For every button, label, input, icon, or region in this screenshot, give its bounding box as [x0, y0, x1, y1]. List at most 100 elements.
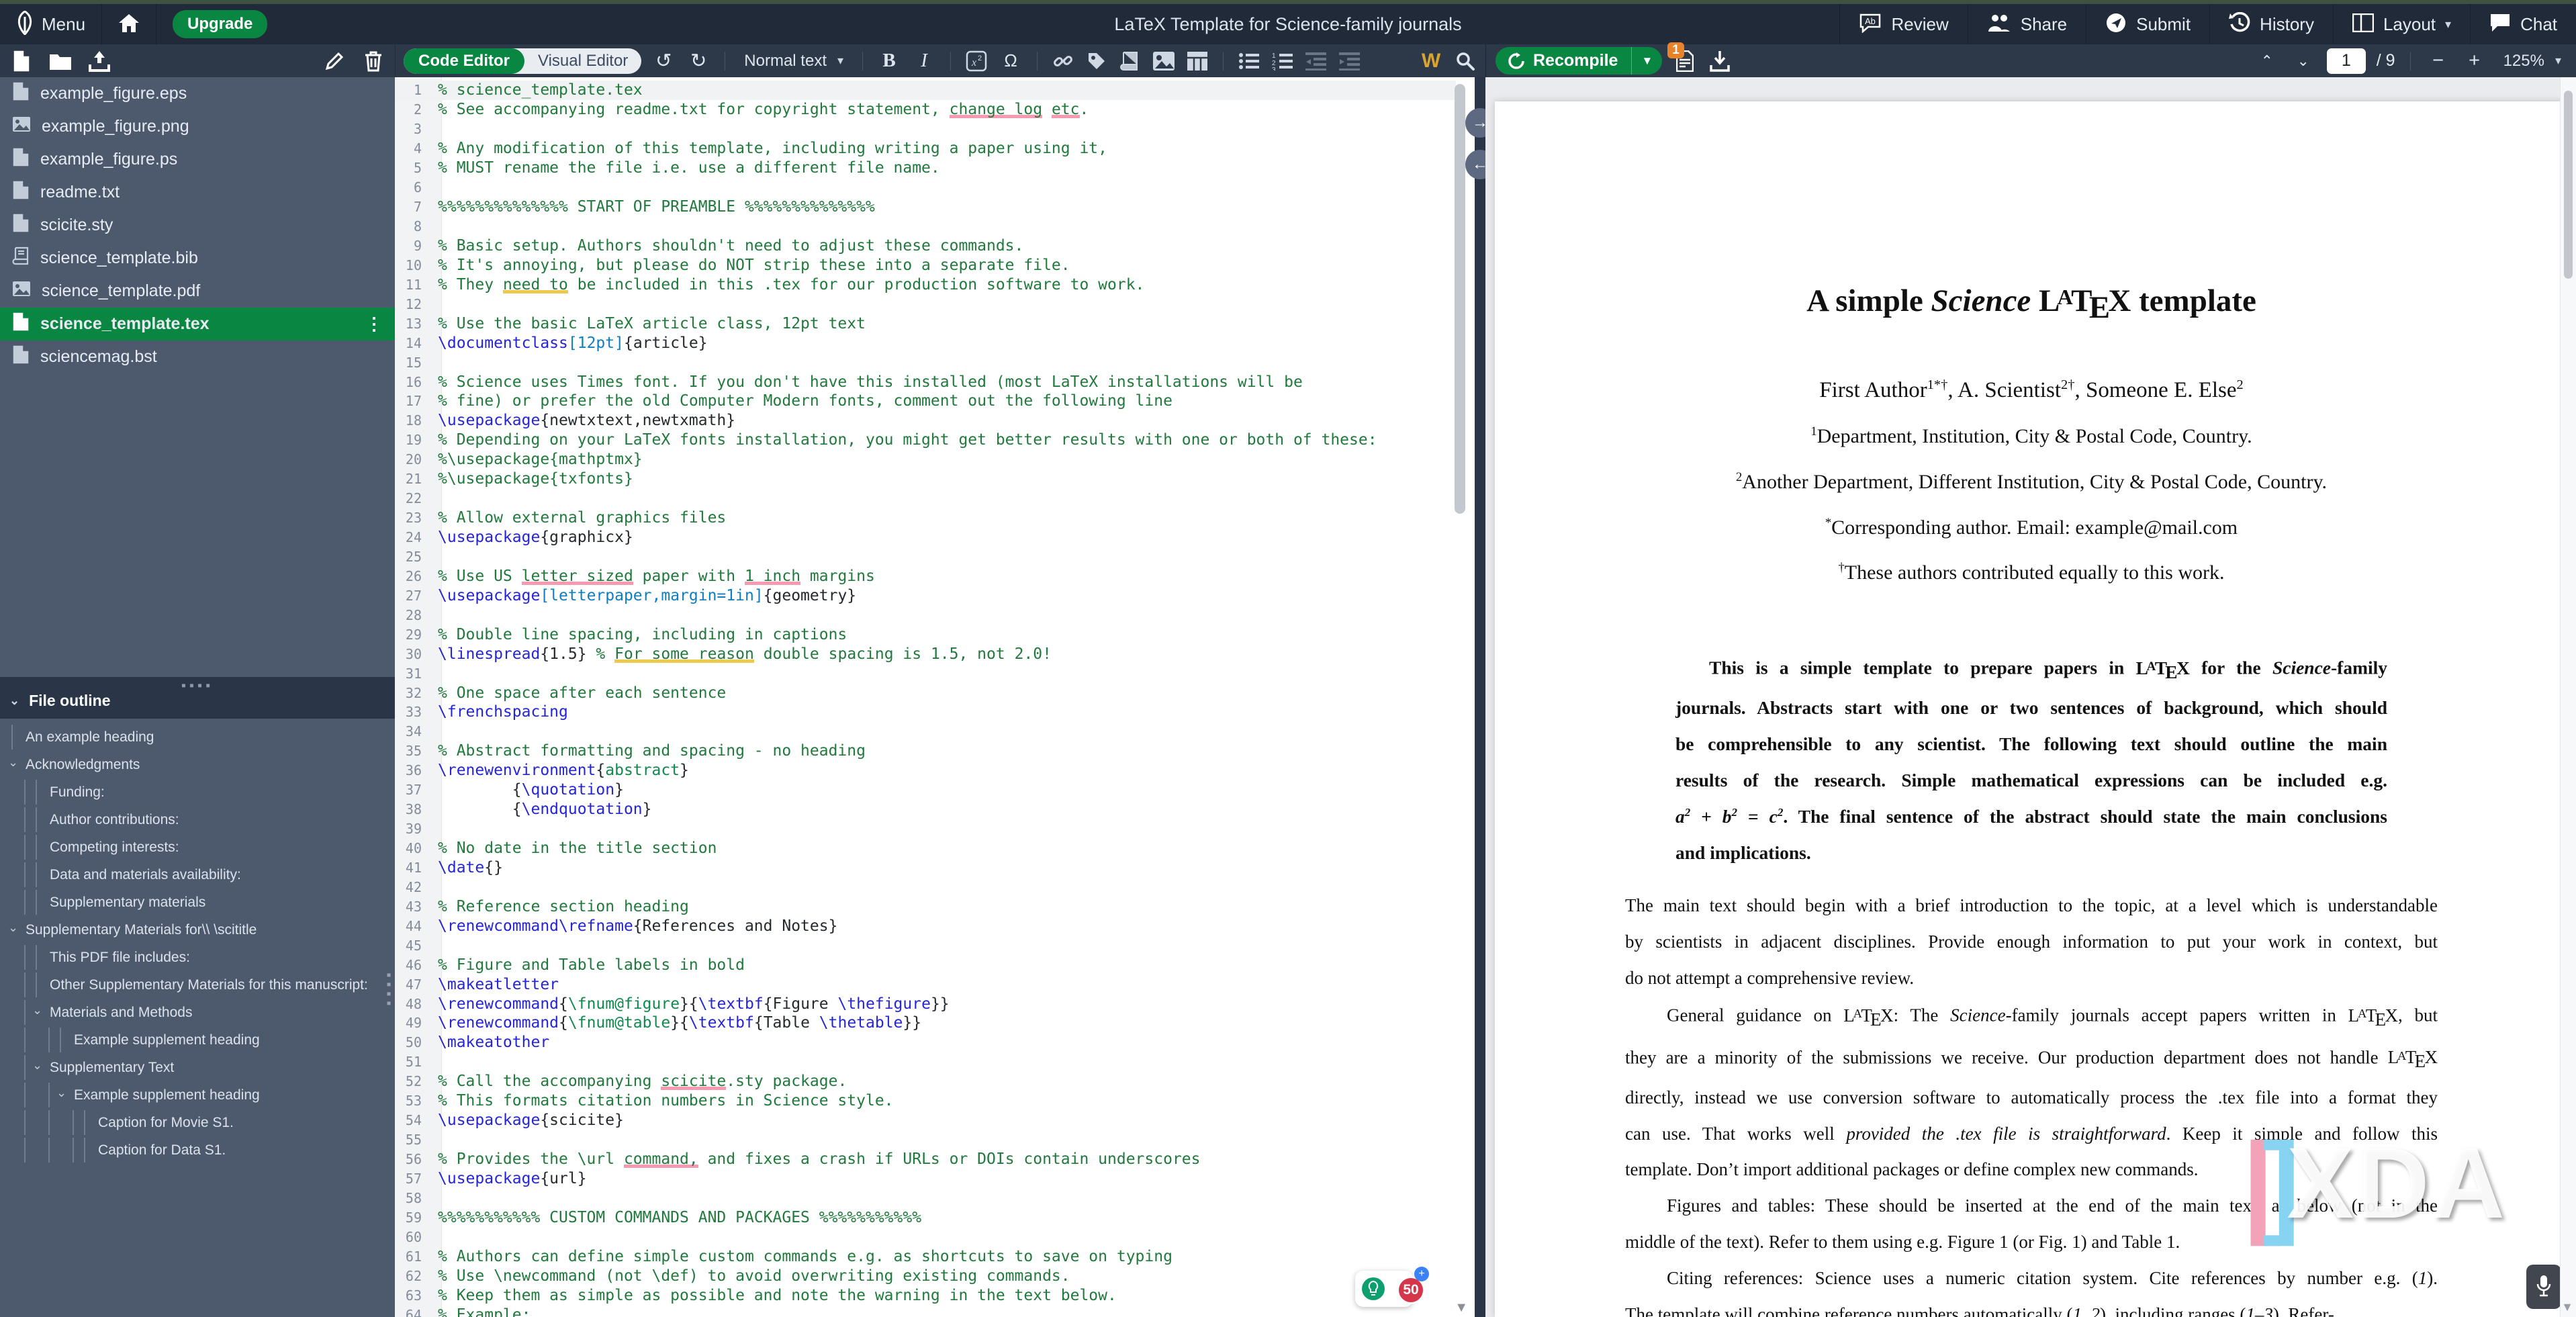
outline-guide — [36, 807, 37, 832]
decrease-indent-icon[interactable] — [1304, 49, 1328, 73]
upload-icon[interactable] — [87, 49, 111, 73]
scroll-down-arrow-icon[interactable]: ▼ — [1455, 1300, 1468, 1316]
body-line: directly, instead we use conversion soft… — [1625, 1080, 2438, 1116]
outline-item[interactable]: ⌄Materials and Methods — [0, 999, 395, 1026]
download-pdf-icon[interactable] — [1708, 49, 1732, 73]
pdf-toolbar: Recompile ▼ 1 ⌃ ⌄ / 9 − + 125% ▾ — [1485, 44, 2576, 77]
label-tag-icon[interactable] — [1085, 49, 1109, 73]
review-button[interactable]: AbReview — [1839, 4, 1967, 44]
inline-math-icon[interactable]: x2 — [964, 49, 988, 73]
resize-handle[interactable]: ▪▪▪▪ — [181, 678, 214, 694]
file-item[interactable]: example_figure.ps — [0, 143, 395, 176]
file-item[interactable]: science_template.bib — [0, 242, 395, 275]
code-editor[interactable]: 1% science_template.tex2% See accompanyi… — [395, 77, 1475, 1317]
outline-item[interactable]: ⌄Supplementary Text — [0, 1054, 395, 1081]
outline-item[interactable]: Other Supplementary Materials for this m… — [0, 971, 395, 999]
citation-book-icon[interactable] — [1118, 49, 1142, 73]
page-number-input[interactable] — [2327, 48, 2366, 74]
outline-item[interactable]: Funding: — [0, 778, 395, 806]
redo-icon[interactable]: ↻ — [686, 49, 711, 73]
chat-button[interactable]: Chat — [2470, 4, 2576, 44]
writefull-widget[interactable]: 50 + — [1355, 1271, 1413, 1307]
line-number: 15 — [395, 355, 432, 371]
file-item[interactable]: example_figure.png — [0, 110, 395, 143]
writefull-icon[interactable]: W — [1418, 50, 1444, 73]
history-button[interactable]: History — [2209, 4, 2333, 44]
chevron-down-icon[interactable]: ⌄ — [56, 1086, 66, 1100]
code-line: 21%\usepackage{txfonts} — [395, 469, 1456, 489]
delete-trash-icon[interactable] — [361, 49, 385, 73]
outline-item[interactable]: Caption for Movie S1. — [0, 1109, 395, 1136]
upgrade-button[interactable]: Upgrade — [173, 10, 267, 38]
outline-item[interactable]: ⌄Acknowledgments — [0, 751, 395, 778]
zoom-out-button[interactable]: − — [2426, 50, 2451, 72]
file-item[interactable]: sciencemag.bst — [0, 340, 395, 373]
pdf-scrollbar[interactable] — [2560, 77, 2576, 1317]
zoom-in-button[interactable]: + — [2462, 50, 2487, 72]
file-item[interactable]: science_template.tex⋮ — [0, 308, 395, 340]
file-item[interactable]: scicite.sty — [0, 209, 395, 242]
link-icon[interactable] — [1051, 49, 1075, 73]
outline-item[interactable]: ⌄Example supplement heading — [0, 1081, 395, 1109]
file-outline-header[interactable]: ▪▪▪▪ ⌄ File outline — [0, 677, 395, 719]
outline-guide — [48, 1110, 50, 1135]
line-number: 19 — [395, 432, 432, 448]
layout-button[interactable]: Layout▾ — [2333, 4, 2470, 44]
insert-table-icon[interactable] — [1185, 49, 1209, 73]
editor-scrollbar[interactable] — [1455, 84, 1465, 514]
symbol-omega-icon[interactable]: Ω — [998, 50, 1023, 71]
panel-resize-handle[interactable]: ▪▪▪▪ — [384, 970, 394, 1008]
chevron-down-icon[interactable]: ⌄ — [8, 756, 18, 770]
outline-item[interactable]: Supplementary materials — [0, 889, 395, 916]
microphone-button[interactable] — [2526, 1265, 2561, 1309]
file-item[interactable]: example_figure.eps — [0, 77, 395, 110]
file-menu-kebab-icon[interactable]: ⋮ — [365, 314, 383, 334]
outline-guide — [24, 890, 26, 915]
pane-divider[interactable]: → ← — [1475, 77, 1485, 1317]
scroll-down-arrow-icon[interactable]: ▼ — [2561, 1300, 2573, 1314]
increase-indent-icon[interactable] — [1338, 49, 1362, 73]
file-item[interactable]: readme.txt — [0, 176, 395, 209]
code-line: 1% science_template.tex — [395, 81, 1456, 100]
zoom-level-dropdown[interactable]: 125% ▾ — [2498, 52, 2567, 71]
outline-item[interactable]: An example heading — [0, 723, 395, 751]
home-button[interactable] — [102, 4, 156, 44]
outline-label: Supplementary Materials for\\ \scititle — [0, 922, 257, 938]
paper-title: A simple Science LATEX template — [1625, 283, 2438, 326]
code-line: 20%\usepackage{mathptmx} — [395, 450, 1456, 469]
bold-button[interactable]: B — [876, 50, 902, 72]
page-up-icon[interactable]: ⌃ — [2254, 52, 2280, 70]
insert-image-icon[interactable] — [1152, 49, 1176, 73]
chevron-down-icon[interactable]: ⌄ — [8, 921, 18, 935]
menu-button[interactable]: Menu — [0, 4, 102, 44]
chevron-down-icon[interactable]: ⌄ — [32, 1003, 42, 1017]
recompile-button[interactable]: Recompile — [1496, 51, 1631, 71]
compile-logs-icon[interactable]: 1 — [1673, 49, 1697, 73]
italic-button[interactable]: I — [911, 50, 937, 72]
outline-item[interactable]: Competing interests: — [0, 833, 395, 861]
outline-item[interactable]: Data and materials availability: — [0, 861, 395, 889]
file-item[interactable]: science_template.pdf — [0, 275, 395, 308]
code-editor-tab[interactable]: Code Editor — [404, 48, 524, 74]
outline-item[interactable]: ⌄Supplementary Materials for\\ \scititle — [0, 916, 395, 944]
new-file-icon[interactable] — [9, 49, 34, 73]
search-icon[interactable] — [1453, 49, 1477, 73]
bullet-list-icon[interactable] — [1237, 49, 1261, 73]
outline-item[interactable]: This PDF file includes: — [0, 944, 395, 971]
recompile-dropdown[interactable]: ▼ — [1631, 47, 1662, 75]
chevron-down-icon[interactable]: ⌄ — [32, 1058, 42, 1073]
outline-item[interactable]: Author contributions: — [0, 806, 395, 833]
line-number: 48 — [395, 996, 432, 1012]
numbered-list-icon[interactable]: 123 — [1271, 49, 1295, 73]
paragraph-style-dropdown[interactable]: Normal text ▾ — [739, 52, 849, 71]
rename-pencil-icon[interactable] — [322, 49, 347, 73]
page-down-icon[interactable]: ⌄ — [2291, 52, 2316, 70]
outline-item[interactable]: Example supplement heading — [0, 1026, 395, 1054]
share-button[interactable]: Share — [1968, 4, 2086, 44]
new-folder-icon[interactable] — [48, 49, 73, 73]
visual-editor-tab[interactable]: Visual Editor — [524, 52, 641, 71]
line-number: 41 — [395, 860, 432, 876]
outline-item[interactable]: Caption for Data S1. — [0, 1136, 395, 1164]
submit-button[interactable]: Submit — [2086, 4, 2209, 44]
undo-icon[interactable]: ↺ — [651, 49, 676, 73]
